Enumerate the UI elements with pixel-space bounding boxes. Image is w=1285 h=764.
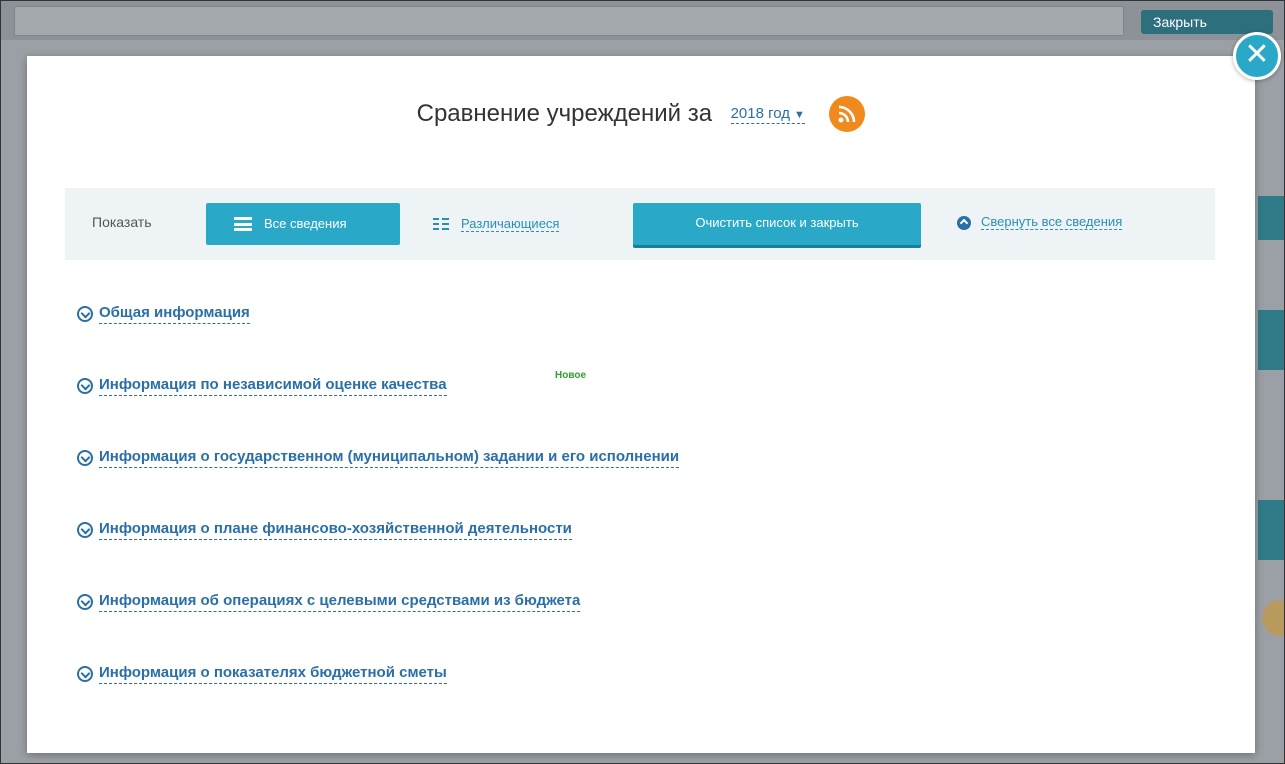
section-label: Информация о государственном (муниципаль… <box>99 448 680 468</box>
modal-title-row: Сравнение учреждений за 2018 год ▼ <box>27 96 1255 140</box>
columns-icon <box>433 218 449 230</box>
background-close-label: Закрыть <box>1141 10 1273 34</box>
close-modal-button[interactable]: ✕ <box>1233 32 1281 80</box>
chevron-down-icon <box>77 594 93 610</box>
section-label: Информация о показателях бюджетной сметы <box>99 664 447 684</box>
differing-label: Различающиеся <box>461 216 560 232</box>
section-label: Информация по независимой оценке качеств… <box>99 376 447 396</box>
close-icon: ✕ <box>1244 38 1270 71</box>
comparison-toolbar: Показать Все сведения Различающиеся Очис… <box>65 188 1215 260</box>
year-select-value: 2018 год <box>730 104 791 122</box>
collapse-icon <box>957 215 971 230</box>
clear-and-close-button[interactable]: Очистить список и закрыть <box>633 203 921 245</box>
chevron-down-icon <box>77 306 93 322</box>
new-badge: Новое <box>555 370 587 381</box>
collapse-all-label: Свернуть все сведения <box>981 214 1123 230</box>
year-select[interactable]: 2018 год ▼ <box>730 104 805 124</box>
differing-button[interactable]: Различающиеся <box>415 203 613 245</box>
chevron-down-icon <box>77 378 93 394</box>
collapse-all-button[interactable]: Свернуть все сведения <box>957 214 1123 230</box>
all-info-label: Все сведения <box>264 216 347 231</box>
section-label: Информация о плане финансово-хозяйственн… <box>99 520 572 540</box>
chevron-down-icon: ▼ <box>794 108 805 121</box>
show-label: Показать <box>92 214 152 230</box>
modal-title: Сравнение учреждений за <box>416 100 713 127</box>
chevron-down-icon <box>77 666 93 682</box>
section-label: Информация об операциях с целевыми средс… <box>99 592 581 612</box>
background-decor <box>1262 600 1285 636</box>
background-top-bar: Закрыть <box>0 0 1285 40</box>
background-side-fragment <box>1258 196 1285 240</box>
rss-icon[interactable] <box>829 96 866 132</box>
chevron-down-icon <box>77 450 93 466</box>
background-side-fragment <box>1258 310 1285 370</box>
all-info-button[interactable]: Все сведения <box>206 203 400 245</box>
background-search-field <box>14 6 1124 36</box>
section-label: Общая информация <box>99 304 250 324</box>
list-icon <box>234 217 252 231</box>
section-label-text: Информация по независимой оценке качеств… <box>99 376 447 393</box>
comparison-modal: Сравнение учреждений за 2018 год ▼ Показа… <box>27 56 1255 753</box>
background-side-fragment <box>1258 500 1285 560</box>
chevron-down-icon <box>77 522 93 538</box>
